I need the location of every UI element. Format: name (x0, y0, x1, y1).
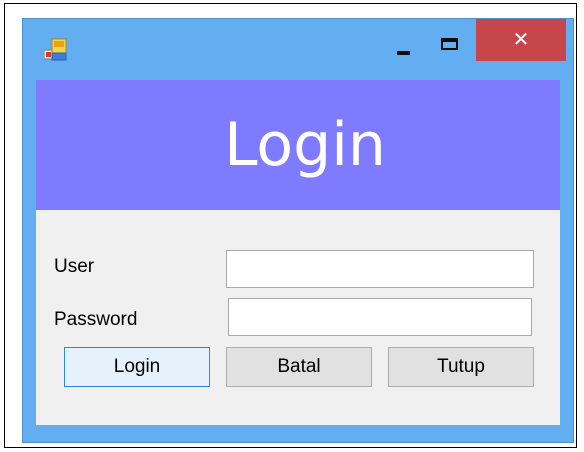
close-window-button[interactable]: ✕ (476, 19, 566, 61)
screenshot-frame: ✕ Login User Password Login Batal Tutup (4, 3, 577, 448)
user-label: User (54, 256, 95, 277)
title-bar[interactable]: ✕ (23, 19, 573, 77)
password-input[interactable] (228, 298, 532, 336)
user-input[interactable] (226, 250, 534, 288)
login-button[interactable]: Login (64, 347, 210, 387)
close-icon: ✕ (512, 29, 530, 51)
close-button[interactable]: Tutup (388, 347, 534, 387)
form-client-area: Login User Password Login Batal Tutup (36, 80, 560, 425)
minimize-button[interactable] (389, 37, 417, 59)
cancel-button[interactable]: Batal (226, 347, 372, 387)
minimize-icon (397, 51, 410, 55)
app-window-icon (43, 38, 68, 62)
header-title: Login (224, 110, 386, 180)
login-window: ✕ Login User Password Login Batal Tutup (22, 18, 574, 443)
password-label: Password (54, 309, 138, 330)
maximize-button[interactable] (435, 31, 467, 57)
login-header-banner: Login (36, 80, 560, 210)
maximize-icon (441, 38, 458, 50)
